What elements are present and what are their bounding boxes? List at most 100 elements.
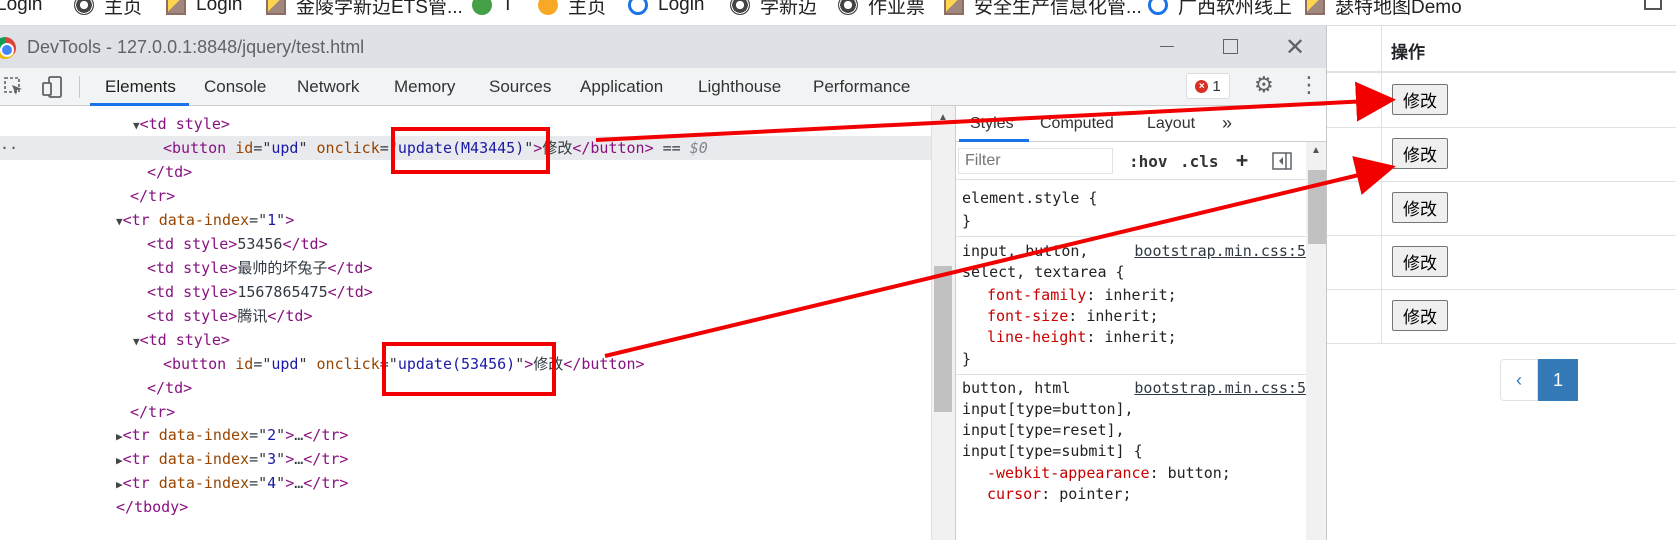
stylesheet-link[interactable]: bootstrap.min.css:5 [1134,241,1306,262]
tree-node-td-close[interactable]: </td> [147,377,192,399]
tree-node-td-cell[interactable]: <td style>53456</td> [147,233,328,255]
tree-node-td[interactable]: ▼<td style> [133,329,230,351]
pagination-page-1[interactable]: 1 [1538,359,1578,401]
css-declaration[interactable]: font-size: inherit; [987,306,1159,327]
tree-node-tr-index-3[interactable]: ▶<tr data-index="3">…</tr> [116,448,348,470]
tree-node-td-cell[interactable]: <td style>1567865475</td> [147,281,373,303]
edit-button[interactable]: 修改 [1392,246,1448,277]
rule-selector[interactable]: input[type=reset], [962,420,1125,441]
globe-icon [838,0,858,15]
hover-state-toggle[interactable]: :hov [1129,152,1168,171]
bookmark-zuoye[interactable]: 作业票 [838,0,926,18]
image-icon [944,0,964,15]
bookmark-xuexinmai[interactable]: 学新迈 [730,0,817,18]
tab-sources[interactable]: Sources [489,77,551,97]
class-toggle[interactable]: .cls [1180,152,1219,171]
close-icon[interactable]: ✕ [1284,35,1306,59]
tab-application[interactable]: Application [580,77,663,97]
chrome-logo-icon [0,37,16,59]
css-declaration[interactable]: cursor: pointer; [987,484,1132,505]
tab-performance[interactable]: Performance [813,77,910,97]
bookmark-home-2[interactable]: 主页 [538,0,606,18]
minimize-icon[interactable] [1160,46,1174,47]
gear-icon[interactable]: ⚙ [1254,75,1276,97]
tab-styles[interactable]: Styles [970,115,1014,133]
expand-triangle-icon[interactable]: ▼ [116,215,123,228]
inspect-element-icon[interactable] [4,77,24,97]
annotation-box-update-m43445 [391,127,550,174]
new-rule-plus-icon[interactable]: + [1236,148,1248,172]
tree-node-tbody-close[interactable]: </tbody> [116,496,188,518]
scrollbar-thumb[interactable] [934,266,952,412]
stylesheet-link[interactable]: bootstrap.min.css:5 [1134,378,1306,399]
collapse-triangle-icon[interactable]: ▶ [116,478,123,491]
bookmark-jinling[interactable]: 金陵学新迈ETS管... [266,0,463,18]
pagination-prev-button[interactable]: ‹ [1500,359,1538,401]
edit-button[interactable]: 修改 [1392,84,1448,115]
styles-filter-input[interactable]: Filter [958,148,1113,174]
tree-node-td-close[interactable]: </td> [147,161,192,183]
tab-lighthouse[interactable]: Lighthouse [698,77,781,97]
toggle-sidebar-icon[interactable] [1272,152,1292,170]
scroll-up-arrow-icon[interactable]: ▲ [1311,145,1321,156]
tree-node-tr-index-1[interactable]: ▼<tr data-index="1"> [116,209,294,231]
css-declaration[interactable]: -webkit-appearance: button; [987,463,1231,484]
rule-selector[interactable]: select, textarea { [962,262,1125,283]
bookmark-label: 金陵学新迈ETS管... [296,0,463,18]
tree-node-tr-index-4[interactable]: ▶<tr data-index="4">…</tr> [116,472,348,494]
image-icon [1305,0,1325,15]
bookmark-label: 安全生产信息化管... [974,0,1142,18]
css-declaration[interactable]: line-height: inherit; [987,327,1177,348]
bookmark-map-demo[interactable]: 瑟特地图Demo [1305,0,1462,18]
tab-more-chevron-icon[interactable]: » [1222,113,1232,134]
bookmark-label: Login [658,0,705,15]
tab-network[interactable]: Network [297,77,359,97]
tab-memory[interactable]: Memory [394,77,455,97]
bookmark-home-1[interactable]: 主页 [74,0,142,18]
edit-button[interactable]: 修改 [1392,300,1448,331]
collapse-triangle-icon[interactable]: ▶ [116,454,123,467]
blue-circle-icon [628,0,648,15]
row-divider [1327,127,1676,128]
scroll-up-arrow-icon[interactable]: ▲ [938,112,948,123]
styles-filter-row: Filter :hov .cls + [956,142,1326,180]
rule-selector[interactable]: input, button, [962,241,1088,262]
bear-icon [538,0,558,15]
tree-node-tr-close[interactable]: </tr> [130,185,175,207]
bookmark-login-1[interactable]: Login [0,0,43,16]
tree-node-td-cell[interactable]: <td style>最帅的坏兔子</td> [147,257,372,279]
scrollbar-thumb[interactable] [1308,170,1326,244]
css-declaration[interactable]: font-family: inherit; [987,285,1177,306]
bookmark-label: 作业票 [868,0,926,18]
bookmark-login-3[interactable]: Login [628,0,705,16]
bookmark-safety[interactable]: 安全生产信息化管... [944,0,1142,18]
reading-list-icon[interactable] [1644,0,1662,10]
bookmark-login-2[interactable]: Login [166,0,243,16]
tree-node-td[interactable]: ▼<td style> [133,113,230,135]
elements-scrollbar[interactable]: ▲ [931,106,955,540]
tree-node-td-cell[interactable]: <td style>腾讯</td> [147,305,312,327]
tree-node-tr-index-2[interactable]: ▶<tr data-index="2">…</tr> [116,424,348,446]
rule-selector[interactable]: input[type=button], [962,399,1134,420]
styles-scrollbar[interactable]: ▲ [1306,142,1326,540]
rule-selector[interactable]: element.style { [962,188,1097,209]
edit-button[interactable]: 修改 [1392,192,1448,223]
tree-node-tr-close[interactable]: </tr> [130,401,175,423]
maximize-icon[interactable] [1223,39,1238,54]
tab-computed[interactable]: Computed [1040,115,1114,133]
expand-triangle-icon[interactable]: ▼ [133,335,140,348]
edit-button[interactable]: 修改 [1392,138,1448,169]
bookmark-guangxi[interactable]: 广西软州线上 [1148,0,1292,18]
device-toolbar-icon[interactable] [42,76,62,98]
error-count-badge[interactable]: × 1 [1186,73,1230,99]
tab-layout[interactable]: Layout [1147,115,1195,133]
collapse-triangle-icon[interactable]: ▶ [116,430,123,443]
rule-selector[interactable]: input[type=submit] { [962,441,1143,462]
bookmark-t[interactable]: T [472,0,514,16]
expand-triangle-icon[interactable]: ▼ [133,119,140,132]
tab-elements[interactable]: Elements [105,77,176,97]
more-options-icon[interactable]: ⋮ [1298,75,1320,97]
tab-console[interactable]: Console [204,77,266,97]
bookmark-label: T [502,0,514,15]
rule-selector[interactable]: button, html [962,378,1070,399]
